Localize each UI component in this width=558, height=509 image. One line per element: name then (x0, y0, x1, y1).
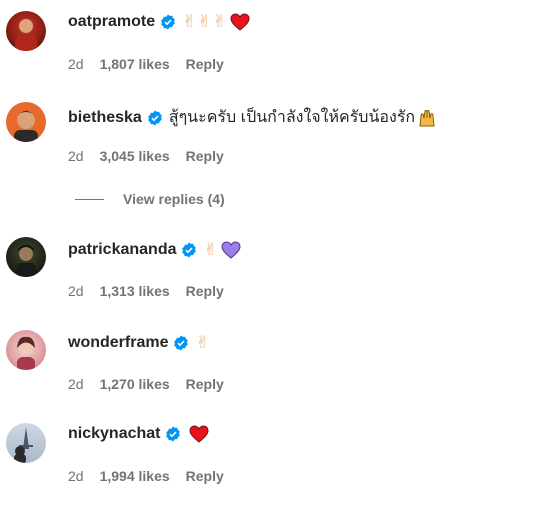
view-replies-button[interactable]: View replies (4) (123, 191, 225, 207)
comment-time[interactable]: 2d (68, 376, 84, 392)
comment-username[interactable]: nickynachat (68, 425, 160, 443)
comment-meta: 2d 1,807 likes Reply (68, 56, 224, 72)
comment-text (187, 425, 209, 443)
comment-time[interactable]: 2d (68, 148, 84, 164)
comment-text: ✌ ✌ ✌ (182, 12, 250, 32)
purple-heart-icon (221, 241, 241, 259)
reply-button[interactable]: Reply (186, 376, 224, 392)
victory-hand-icon: ✌ (212, 12, 227, 32)
red-heart-icon (230, 13, 250, 31)
comment-meta: 2d 1,270 likes Reply (68, 376, 224, 392)
likes-count[interactable]: 1,270 likes (100, 376, 170, 392)
comment-username[interactable]: bietheska (68, 109, 142, 127)
comment-time[interactable]: 2d (68, 468, 84, 484)
victory-hand-icon: ✌ (197, 12, 212, 32)
comment-username[interactable]: oatpramote (68, 13, 155, 31)
comment-time[interactable]: 2d (68, 283, 84, 299)
verified-badge-icon (161, 14, 175, 30)
verified-badge-icon (182, 242, 197, 258)
view-replies[interactable]: View replies (4) (75, 191, 225, 207)
comment-time[interactable]: 2d (68, 56, 84, 72)
victory-hand-icon: ✌ (195, 333, 210, 353)
avatar[interactable] (6, 423, 46, 463)
replies-divider (75, 198, 104, 200)
reply-button[interactable]: Reply (186, 148, 224, 164)
verified-badge-icon (148, 110, 162, 125)
comment-meta: 2d 1,313 likes Reply (68, 283, 224, 299)
comment-username[interactable]: patrickananda (68, 241, 176, 259)
comment-meta: 2d 1,994 likes Reply (68, 468, 224, 484)
victory-hand-icon: ✌ (182, 12, 197, 32)
reply-button[interactable]: Reply (186, 283, 224, 299)
avatar[interactable] (6, 330, 46, 370)
avatar[interactable] (6, 11, 46, 51)
reply-button[interactable]: Reply (186, 468, 224, 484)
comment-text: ✌ (195, 333, 210, 353)
avatar[interactable] (6, 102, 46, 142)
likes-count[interactable]: 3,045 likes (100, 148, 170, 164)
reply-button[interactable]: Reply (186, 56, 224, 72)
comment-text: สู้ๆนะครับ เป็นกำลังใจให้ครับน้องรัก (169, 105, 437, 130)
victory-hand-icon: ✌ (203, 240, 218, 260)
avatar[interactable] (6, 237, 46, 277)
comment-meta: 2d 3,045 likes Reply (68, 148, 224, 164)
red-heart-icon (189, 425, 209, 443)
comment-text: ✌ (203, 240, 241, 260)
verified-badge-icon (174, 335, 189, 351)
verified-badge-icon (166, 426, 181, 442)
likes-count[interactable]: 1,994 likes (100, 468, 170, 484)
comment-text-body: สู้ๆนะครับ เป็นกำลังใจให้ครับน้องรัก (168, 109, 416, 126)
comment-username[interactable]: wonderframe (68, 334, 168, 352)
raising-hands-icon (419, 109, 435, 126)
likes-count[interactable]: 1,807 likes (100, 56, 170, 72)
likes-count[interactable]: 1,313 likes (100, 283, 170, 299)
